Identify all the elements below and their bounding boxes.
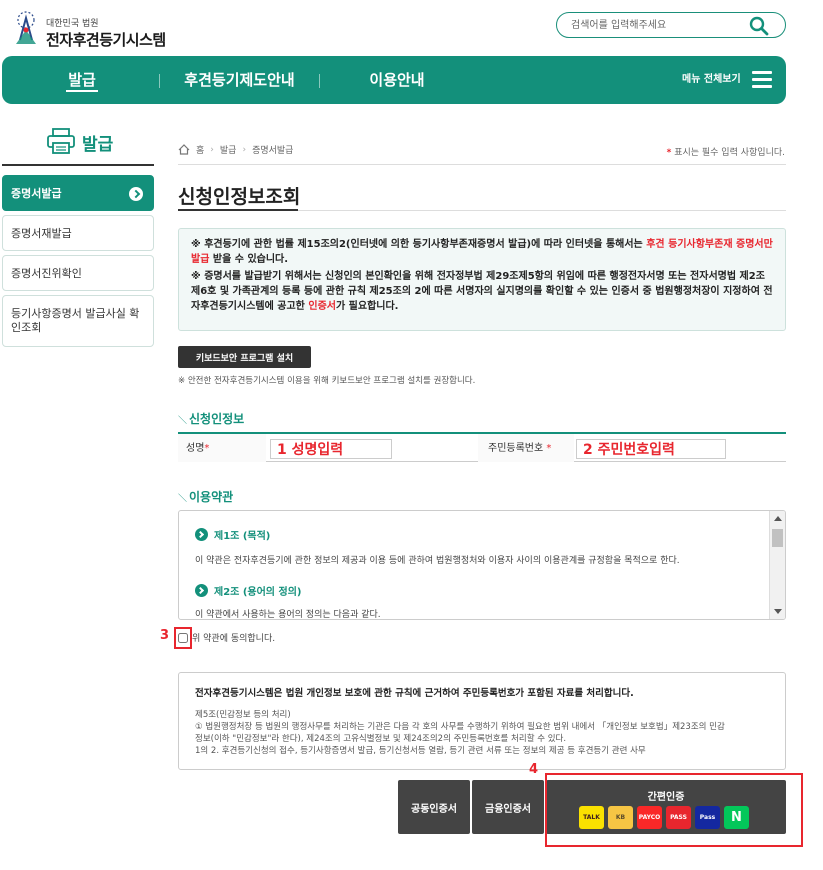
- rrn-label: 주민등록번호 *: [488, 443, 552, 454]
- divider: [178, 164, 786, 165]
- court-emblem-icon: [16, 11, 36, 44]
- gnb-item-issue[interactable]: 발급: [42, 56, 122, 104]
- notice-box: ※ 후견등기에 관한 법률 제15조의2(인터넷에 의한 등기사항부존재증명서 …: [178, 228, 786, 331]
- privacy-notice: 전자후견등기시스템은 법원 개인정보 보호에 관한 규칙에 근거하여 주민등록번…: [178, 672, 786, 770]
- lnb-title: 발급: [82, 135, 114, 155]
- article-1-text: 이 약관은 전자후견등기에 관한 정보의 제공과 이용 등에 관하여 법원행정처…: [195, 556, 680, 566]
- lnb-header: 발급: [2, 124, 154, 166]
- terms-scrollbox[interactable]: 제1조 (목적) 이 약관은 전자후견등기에 관한 정보의 제공과 이용 등에 …: [178, 510, 786, 620]
- lnb-item-issue-history[interactable]: 등기사항증명서 발급사실 확인조회: [2, 295, 154, 347]
- name-label: 성명*: [186, 443, 210, 454]
- page-title: 신청인정보조회: [178, 186, 301, 208]
- lnb-item-cert-issue[interactable]: 증명서발급: [2, 175, 154, 211]
- lnb-item-label: 등기사항증명서 발급사실 확인조회: [11, 307, 140, 334]
- chevron-right-icon: ›: [242, 144, 247, 155]
- gnb-divider: [159, 74, 160, 88]
- gnb-item-usage-guide[interactable]: 이용안내: [347, 56, 447, 104]
- breadcrumb-current: 증명서발급: [252, 146, 294, 156]
- global-nav: 발급 후견등기제도안내 이용안내 메뉴 전체보기: [2, 56, 786, 104]
- article-2-title: 제2조 (용어의 정의): [195, 583, 301, 598]
- lnb-item-label: 증명서발급: [11, 187, 62, 200]
- notice-text: ※ 증명서를 발급받기 위해서는 신청인의 본인확인을 위해 전자정부법 제29…: [191, 271, 773, 312]
- agree-highlight-box: [174, 627, 192, 649]
- privacy-line: 정보(이하 "민감정보"라 한다), 제24조의 고유식별정보 및 제24조의2…: [195, 734, 567, 744]
- gnb-active-indicator: [66, 90, 98, 92]
- simple-auth-highlight-box: [545, 773, 803, 847]
- section-title-terms: 이용약관: [178, 488, 233, 505]
- chevron-circle-icon: [195, 584, 208, 597]
- lnb-item-label: 증명서진위확인: [11, 267, 82, 280]
- rrn-input[interactable]: [576, 439, 726, 459]
- step-number-3: 3: [160, 628, 170, 643]
- search-icon[interactable]: [749, 16, 769, 36]
- gnb-item-guardianship-info[interactable]: 후견등기제도안내: [167, 56, 312, 104]
- required-note: * 표시는 필수 입력 사항입니다.: [667, 145, 785, 158]
- notice-text: 받을 수 있습니다.: [209, 254, 289, 265]
- scroll-down-icon[interactable]: [774, 609, 782, 614]
- hamburger-icon[interactable]: [752, 71, 772, 89]
- agree-label[interactable]: 위 약관에 동의합니다.: [192, 631, 275, 644]
- required-star: *: [666, 148, 672, 158]
- chevron-circle-icon: [195, 528, 208, 541]
- article-2-text: 이 약관에서 사용하는 용어의 정의는 다음과 같다.: [195, 610, 381, 620]
- privacy-line: 1의 2. 후견등기신청의 접수, 등기사항증명서 발급, 등기신청서등 열람,…: [195, 746, 646, 756]
- lnb-item-cert-reissue[interactable]: 증명서재발급: [2, 215, 154, 251]
- article-1-title: 제1조 (목적): [195, 527, 270, 542]
- logo-title: 전자후견등기시스템: [46, 31, 166, 49]
- lnb-item-label: 증명서재발급: [11, 227, 72, 240]
- all-menu-button[interactable]: 메뉴 전체보기: [682, 56, 741, 104]
- section-title-applicant: 신청인정보: [178, 410, 244, 427]
- search-box: [556, 12, 786, 38]
- breadcrumb-issue[interactable]: 발급: [220, 143, 237, 156]
- keyboard-security-note: ※ 안전한 전자후견등기시스템 이용을 위해 키보드보안 프로그램 설치를 권장…: [178, 376, 476, 386]
- agree-checkbox[interactable]: [178, 633, 188, 643]
- keyboard-security-install-button[interactable]: 키보드보안 프로그램 설치: [178, 346, 311, 368]
- scroll-thumb[interactable]: [772, 529, 783, 547]
- chevron-right-icon: ›: [210, 144, 214, 155]
- search-input[interactable]: [571, 17, 741, 33]
- logo-subtitle: 대한민국 법원: [46, 19, 99, 29]
- applicant-form-row: 성명* 주민등록번호 *: [178, 432, 786, 462]
- chevron-right-icon: [129, 187, 143, 201]
- home-icon[interactable]: [178, 144, 190, 155]
- site-logo[interactable]: 대한민국 법원 전자후견등기시스템: [10, 10, 180, 50]
- scrollbar[interactable]: [769, 511, 785, 619]
- scroll-up-icon[interactable]: [774, 516, 782, 521]
- divider: [178, 209, 786, 211]
- gnb-divider: [319, 74, 320, 88]
- joint-certificate-button[interactable]: 공동인증서: [398, 780, 470, 834]
- required-text: 표시는 필수 입력 사항입니다.: [674, 148, 785, 158]
- printer-icon: [47, 128, 75, 154]
- breadcrumb: 홈 › 발급 › 증명서발급: [178, 143, 293, 156]
- privacy-line: ① 법원행정처장 등 법원의 행정사무를 처리하는 기관은 다음 각 호의 사무…: [195, 722, 725, 732]
- notice-highlight: 인증서: [308, 301, 336, 312]
- notice-highlight: 후견 등기사항부존재: [646, 239, 733, 250]
- step-number-4: 4: [529, 762, 539, 777]
- notice-text: ※ 후견등기에 관한 법률 제15조의2(인터넷에 의한 등기사항부존재증명서 …: [191, 239, 647, 250]
- privacy-heading: 전자후견등기시스템은 법원 개인정보 보호에 관한 규칙에 근거하여 주민등록번…: [195, 688, 634, 699]
- lnb-item-cert-verify[interactable]: 증명서진위확인: [2, 255, 154, 291]
- breadcrumb-home[interactable]: 홈: [196, 143, 204, 156]
- finance-certificate-button[interactable]: 금융인증서: [472, 780, 544, 834]
- name-input[interactable]: [270, 439, 392, 459]
- notice-text: 가 필요합니다.: [335, 301, 399, 312]
- privacy-line: 제5조(민감정보 등의 처리): [195, 710, 291, 720]
